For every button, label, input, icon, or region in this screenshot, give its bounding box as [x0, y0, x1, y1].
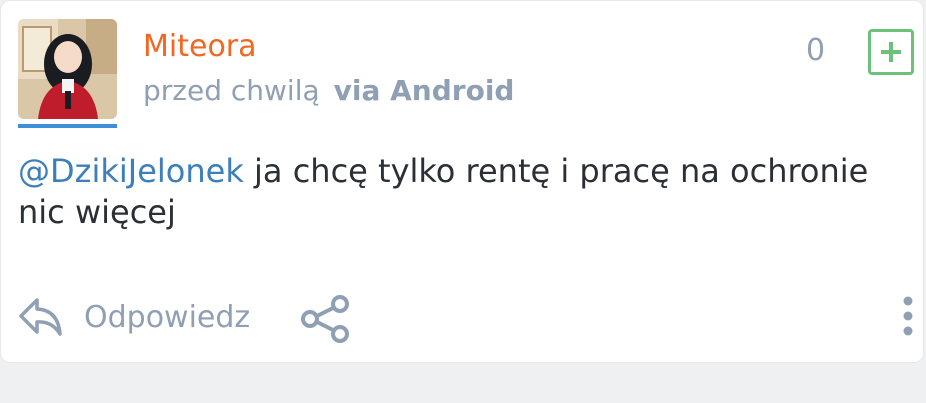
post-meta: przed chwilą via Android [143, 73, 514, 109]
avatar-underline [18, 124, 117, 128]
feed-separator [0, 363, 926, 403]
plus-square-icon[interactable] [868, 29, 914, 75]
avatar-image [18, 19, 117, 119]
user-mention[interactable]: @DzikiJelonek [18, 152, 244, 190]
entry-card: Miteora przed chwilą via Android 0 @Dziki… [0, 0, 924, 363]
reply-label: Odpowiedz [84, 299, 251, 335]
reply-button[interactable]: Odpowiedz [18, 294, 250, 340]
more-vertical-icon[interactable] [897, 294, 919, 338]
post-source: via Android [333, 74, 515, 107]
share-icon[interactable] [299, 294, 351, 344]
entry-body: @DzikiJelonek ja chcę tylko rentę i prac… [18, 151, 908, 233]
post-time[interactable]: przed chwilą [143, 74, 320, 107]
username[interactable]: Miteora [143, 29, 257, 65]
avatar[interactable] [18, 19, 117, 119]
reply-icon [19, 298, 62, 336]
vote-count: 0 [806, 33, 826, 68]
